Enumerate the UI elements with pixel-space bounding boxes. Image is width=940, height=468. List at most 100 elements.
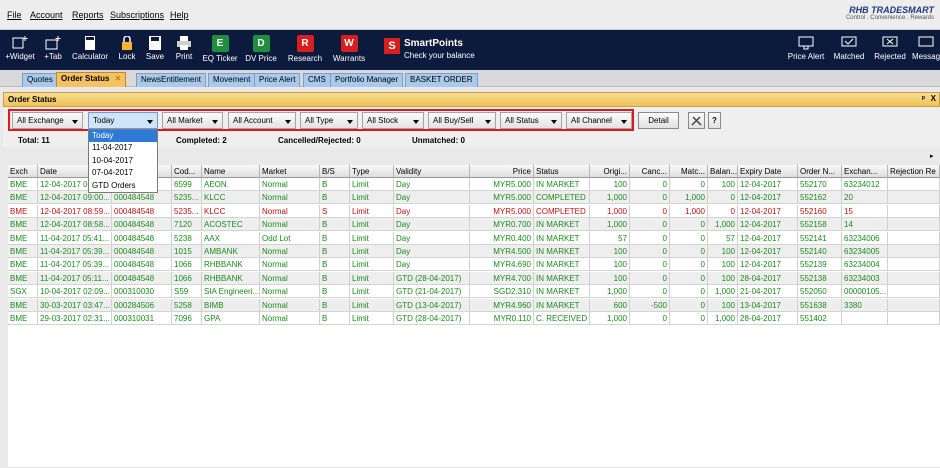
table-row[interactable]: BME 30-03-2017 03:47... 000284506 5258 BIMB N… — [8, 298, 940, 312]
warrants-button[interactable]: W Warrants — [330, 30, 368, 70]
date-filter[interactable]: Today — [88, 112, 158, 129]
stock-filter[interactable]: All Stock — [362, 112, 424, 129]
calculator-button[interactable]: Calculator — [70, 30, 110, 70]
table-cell: B — [320, 271, 350, 285]
detail-button[interactable]: Detail — [638, 112, 679, 129]
account-filter[interactable]: All Account — [228, 112, 296, 129]
rejected-button[interactable]: Rejected — [871, 30, 909, 70]
dropdown-option[interactable]: 11-04-2017 — [89, 142, 157, 154]
matched-button[interactable]: Matched — [831, 30, 867, 70]
dropdown-option[interactable]: 10-04-2017 — [89, 155, 157, 167]
status-filter[interactable]: All Status — [500, 112, 562, 129]
tab-close-icon[interactable]: ✕ — [114, 74, 121, 83]
column-header[interactable]: Balan... — [708, 165, 738, 178]
column-header[interactable]: Validity — [394, 165, 470, 178]
table-cell — [888, 258, 940, 272]
table-cell: IN MARKET — [534, 218, 590, 232]
column-header[interactable]: Exchan... — [842, 165, 888, 178]
table-row[interactable]: BME 11-04-2017 05:11... 000484548 1066 RHBBA… — [8, 271, 940, 285]
table-cell: 0 — [630, 312, 670, 325]
table-cell: Normal — [260, 178, 320, 191]
menu-reports[interactable]: Reports — [72, 10, 104, 20]
menu-file[interactable]: File — [7, 10, 22, 20]
table-row[interactable]: BME 11-04-2017 05:39... 000484548 1066 RHBBA… — [8, 258, 940, 272]
column-header[interactable]: Price — [470, 165, 534, 178]
unmatched-count: Unmatched: 0 — [412, 136, 465, 145]
save-label: Save — [145, 52, 165, 61]
table-row[interactable]: BME 11-04-2017 05:39... 000484548 1015 AMBAN… — [8, 245, 940, 258]
pin-icon[interactable]: ᵖ — [922, 94, 925, 103]
tab-news-entitlement[interactable]: NewsEntitlement — [136, 73, 207, 87]
settings-button[interactable] — [688, 112, 705, 129]
column-header[interactable]: Market — [260, 165, 320, 178]
table-cell: 552050 — [798, 285, 842, 299]
column-header[interactable]: Exch — [8, 165, 38, 178]
table-cell: 14 — [842, 218, 888, 232]
lock-button[interactable]: Lock — [114, 30, 140, 70]
print-button[interactable]: Print — [170, 30, 198, 70]
column-header[interactable]: Origi... — [590, 165, 630, 178]
scroll-right-icon[interactable]: ▸ — [930, 152, 938, 164]
table-row[interactable]: SGX 10-04-2017 02:09... 000310030 S59 SIA En… — [8, 285, 940, 299]
table-cell: 000484548 — [112, 218, 172, 232]
dropdown-option[interactable]: 07-04-2017 — [89, 167, 157, 179]
table-cell: 1,000 — [708, 218, 738, 232]
messages-button[interactable]: Messag — [912, 30, 940, 70]
add-widget-button[interactable]: +Widget — [4, 30, 36, 70]
column-header[interactable]: Cod... — [172, 165, 202, 178]
table-cell: 552170 — [798, 178, 842, 191]
channel-filter[interactable]: All Channel — [566, 112, 632, 129]
buy-sell-filter[interactable]: All Buy/Sell — [428, 112, 496, 129]
dv-price-button[interactable]: D DV Price — [243, 30, 279, 70]
widget-icon — [12, 36, 28, 49]
table-row[interactable]: BME 12-04-2017 09:00... 000484548 5235... KL… — [8, 191, 940, 205]
menu-account[interactable]: Account — [30, 10, 63, 20]
help-button[interactable]: ? — [708, 112, 721, 129]
table-cell: 1,000 — [670, 204, 708, 218]
price-alert-button[interactable]: Price Alert — [786, 30, 826, 70]
table-cell: GTD (21-04-2017) — [394, 285, 470, 299]
dropdown-option[interactable]: GTD Orders — [89, 180, 157, 192]
column-header[interactable]: Matc... — [670, 165, 708, 178]
table-row[interactable]: BME 29-03-2017 02:31... 000310031 7096 GPA No… — [8, 312, 940, 325]
add-tab-button[interactable]: +Tab — [40, 30, 66, 70]
table-cell: B — [320, 178, 350, 191]
table-cell: 12-04-2017 — [738, 178, 798, 191]
tab-order-status[interactable]: Order Status ✕ — [56, 72, 127, 87]
tab-movement[interactable]: Movement — [208, 73, 256, 87]
tab-portfolio-manager[interactable]: Portfolio Manager — [330, 73, 404, 87]
dv-price-label: DV Price — [245, 54, 277, 63]
column-header[interactable]: Canc... — [630, 165, 670, 178]
column-header[interactable]: Type — [350, 165, 394, 178]
exchange-filter[interactable]: All Exchange — [12, 112, 83, 129]
column-header[interactable]: Order N... — [798, 165, 842, 178]
tab-cms[interactable]: CMS — [303, 73, 331, 87]
save-button[interactable]: Save — [142, 30, 168, 70]
eq-ticker-button[interactable]: E EQ Ticker — [200, 30, 240, 70]
table-cell: B — [320, 285, 350, 299]
dropdown-option[interactable]: Today — [89, 130, 157, 143]
table-cell: 5258 — [172, 298, 202, 312]
table-cell — [888, 298, 940, 312]
table-cell: 12-04-2017 — [738, 204, 798, 218]
tab-basket-order[interactable]: BASKET ORDER — [405, 73, 478, 87]
column-header[interactable]: Rejection Re — [888, 165, 940, 178]
table-row[interactable]: BME 12-04-2017 08:59... 000484548 5235... KL… — [8, 204, 940, 218]
tab-quotes[interactable]: Quotes — [22, 73, 58, 87]
menu-help[interactable]: Help — [170, 10, 189, 20]
market-filter[interactable]: All Market — [162, 112, 223, 129]
table-row[interactable]: BME 12-04-2017 08:58... 000484548 7120 ACOST… — [8, 218, 940, 232]
panel-close-icon[interactable]: X — [931, 94, 936, 103]
tab-price-alert[interactable]: Price Alert — [254, 73, 301, 87]
menu-subscriptions[interactable]: Subscriptions — [110, 10, 164, 20]
column-header[interactable]: Expiry Date — [738, 165, 798, 178]
table-row[interactable]: BME 11-04-2017 05:41... 000484548 5238 AAX Od… — [8, 231, 940, 245]
date-filter-value: Today — [93, 116, 115, 125]
column-header[interactable]: B/S — [320, 165, 350, 178]
research-button[interactable]: R Research — [285, 30, 325, 70]
type-filter[interactable]: All Type — [300, 112, 358, 129]
column-header[interactable]: Name — [202, 165, 260, 178]
table-cell: B — [320, 312, 350, 325]
column-header[interactable]: Status — [534, 165, 590, 178]
calculator-icon — [85, 36, 95, 50]
